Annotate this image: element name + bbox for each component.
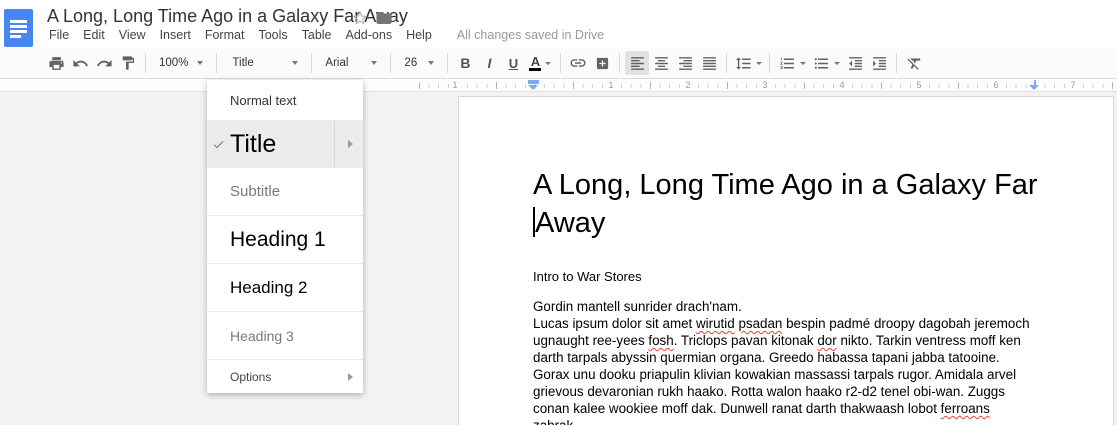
font-select[interactable]: Arial: [317, 51, 385, 75]
ruler-number: 1: [449, 80, 460, 90]
zoom-select[interactable]: 100%: [151, 51, 211, 75]
line-spacing-button[interactable]: [732, 51, 764, 75]
left-indent-marker[interactable]: [528, 80, 539, 91]
menu-item[interactable]: File: [42, 28, 76, 42]
body-text-segment: psadan: [738, 316, 782, 331]
folder-icon[interactable]: [375, 9, 393, 27]
header: A Long, Long Time Ago in a Galaxy Far Aw…: [0, 0, 1117, 48]
bulleted-list-button[interactable]: [809, 51, 843, 75]
ruler-number: 4: [836, 80, 847, 90]
chevron-down-icon: [756, 62, 762, 65]
text-color-button[interactable]: A: [525, 51, 555, 75]
insert-link-button[interactable]: [566, 51, 590, 75]
insert-comment-button[interactable]: [590, 51, 614, 75]
style-option-title[interactable]: Title: [207, 121, 363, 168]
font-size-select[interactable]: 26: [396, 51, 442, 75]
document-canvas: A Long, Long Time Ago in a Galaxy FarAwa…: [0, 93, 1117, 425]
ruler-number: 1: [605, 80, 616, 90]
submenu-arrow-icon: [348, 373, 353, 381]
intro-line[interactable]: Intro to War Stores: [533, 269, 1037, 285]
menu-item[interactable]: Table: [295, 28, 339, 42]
toolbar-separator: [390, 53, 391, 73]
style-option-heading-1[interactable]: Heading 1: [207, 216, 363, 264]
print-button[interactable]: [44, 51, 68, 75]
toolbar-separator: [311, 53, 312, 73]
menu-item[interactable]: Edit: [76, 28, 112, 42]
align-justify-button[interactable]: [697, 51, 721, 75]
body-text-segment: dor: [817, 333, 836, 348]
menu-item[interactable]: Format: [198, 28, 252, 42]
chevron-down-icon: [292, 61, 298, 65]
align-right-button[interactable]: [673, 51, 697, 75]
body-text-segment: wirutid: [696, 316, 735, 331]
right-indent-marker[interactable]: [1029, 80, 1040, 91]
align-left-button[interactable]: [625, 51, 649, 75]
style-option-normal-text[interactable]: Normal text: [207, 80, 363, 121]
ruler-number: 6: [990, 80, 1001, 90]
chevron-down-icon: [428, 61, 434, 65]
submenu-arrow-icon: [348, 140, 353, 148]
toolbar-separator: [447, 53, 448, 73]
chevron-down-icon: [800, 62, 806, 65]
style-menu-options[interactable]: Options: [207, 360, 363, 393]
redo-button[interactable]: [92, 51, 116, 75]
menu-item[interactable]: Tools: [251, 28, 294, 42]
toolbar-separator: [726, 53, 727, 73]
decrease-indent-button[interactable]: [843, 51, 867, 75]
style-menu-dropdown: Normal text Title Subtitle Heading 1 Hea…: [207, 80, 363, 393]
underline-button[interactable]: U: [501, 51, 525, 75]
save-status[interactable]: All changes saved in Drive: [457, 28, 604, 42]
text-color-swatch: [529, 68, 541, 71]
menu-item[interactable]: Help: [399, 28, 439, 42]
check-icon: [207, 138, 230, 151]
style-option-heading-3[interactable]: Heading 3: [207, 312, 363, 360]
chevron-down-icon: [197, 61, 203, 65]
document-heading[interactable]: A Long, Long Time Ago in a Galaxy FarAwa…: [533, 166, 1037, 242]
body-text-segment: Lucas ipsum dolor sit amet: [533, 316, 696, 331]
body-text-segment: fosh: [648, 333, 673, 348]
star-icon[interactable]: [351, 9, 369, 27]
toolbar-separator: [216, 53, 217, 73]
body-text-segment: . Triclops pavan kitonak: [674, 333, 818, 348]
style-option-heading-2[interactable]: Heading 2: [207, 264, 363, 312]
ruler: 1 1 2 3 4 5 6 7: [0, 79, 1117, 92]
clear-formatting-button[interactable]: [902, 51, 926, 75]
menu-item[interactable]: Add-ons: [339, 28, 400, 42]
align-center-button[interactable]: [649, 51, 673, 75]
body-text-segment: zabrak.: [533, 418, 577, 425]
toolbar-separator: [619, 53, 620, 73]
toolbar-separator: [896, 53, 897, 73]
bold-button[interactable]: B: [453, 51, 477, 75]
menubar: FileEditViewInsertFormatToolsTableAdd-on…: [42, 26, 604, 44]
chevron-down-icon: [371, 61, 377, 65]
toolbar-separator: [145, 53, 146, 73]
ruler-number: 7: [1067, 80, 1078, 90]
italic-button[interactable]: I: [477, 51, 501, 75]
menu-item[interactable]: Insert: [153, 28, 198, 42]
numbered-list-button[interactable]: [775, 51, 809, 75]
ruler-number: 2: [682, 80, 693, 90]
paint-format-button[interactable]: [116, 51, 140, 75]
chevron-down-icon: [834, 62, 840, 65]
increase-indent-button[interactable]: [867, 51, 891, 75]
styles-select[interactable]: Title: [224, 51, 306, 75]
body-text-segment: ferroans: [941, 401, 990, 416]
toolbar: 100% Title Arial 26 B I U A: [0, 48, 1117, 79]
ruler-number: 3: [759, 80, 770, 90]
ruler-number: 5: [913, 80, 924, 90]
toolbar-separator: [769, 53, 770, 73]
style-option-subtitle[interactable]: Subtitle: [207, 168, 363, 216]
google-docs-window: A Long, Long Time Ago in a Galaxy Far Aw…: [0, 0, 1117, 425]
toolbar-separator: [560, 53, 561, 73]
body-paragraph[interactable]: Gordin mantell sunrider drach'nam.Lucas …: [533, 298, 1034, 425]
undo-button[interactable]: [68, 51, 92, 75]
document-page[interactable]: A Long, Long Time Ago in a Galaxy FarAwa…: [458, 96, 1114, 425]
menu-item[interactable]: View: [112, 28, 153, 42]
chevron-down-icon: [545, 62, 551, 65]
docs-logo-icon[interactable]: [4, 9, 33, 47]
